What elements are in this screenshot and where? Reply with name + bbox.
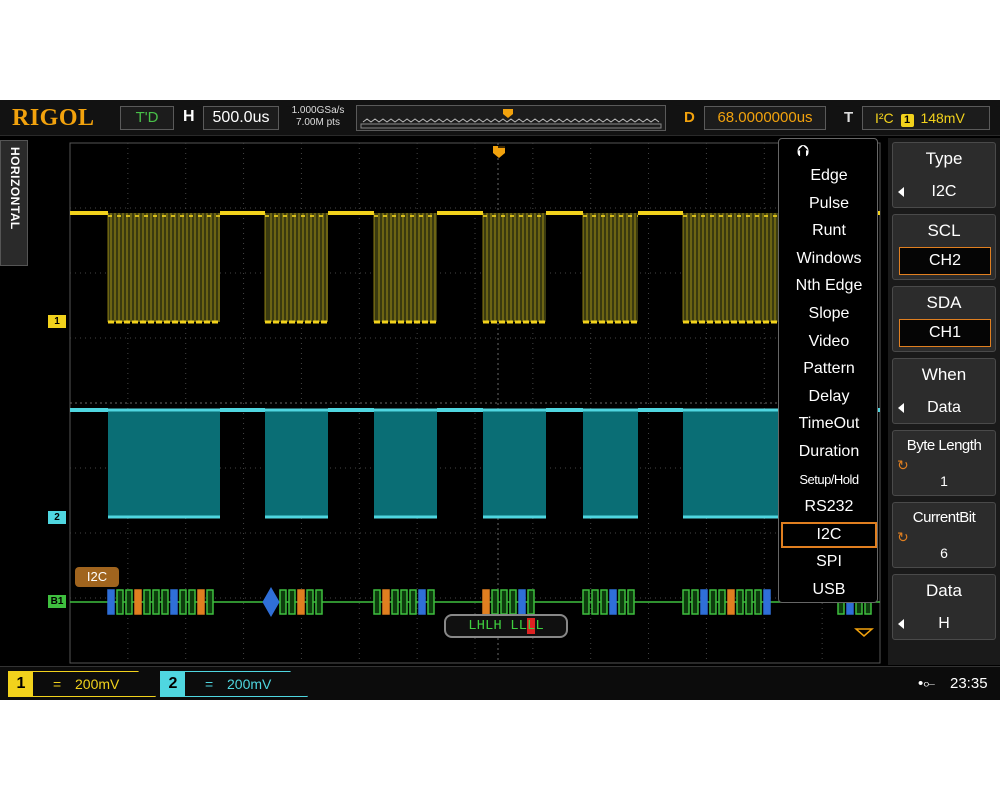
menu-item-nth-edge[interactable]: Nth Edge [781,273,877,299]
byte-length-softkey[interactable]: Byte Length ↻ 1 [892,430,996,496]
when-softkey-title: When [921,365,967,384]
trigger-level-arrow-icon [854,628,874,637]
menu-item-setup-hold[interactable]: Setup/Hold [781,467,877,493]
ch2-scale: 200mV [227,676,272,692]
sda-value-box: CH1 [899,319,991,347]
type-softkey[interactable]: Type I2C [892,142,996,208]
data-softkey-title: Data [926,581,962,600]
ch1-scale: 200mV [75,676,120,692]
scl-value-box: CH2 [899,247,991,275]
ch1-coupling-icon: = [53,676,62,692]
knob-icon: ↻ [897,529,909,545]
menu-item-i2c[interactable]: I2C [781,521,877,548]
scl-softkey[interactable]: SCL CH2 [892,214,996,280]
menu-item-pulse[interactable]: Pulse [781,191,877,217]
when-softkey[interactable]: When Data [892,358,996,424]
menu-item-windows[interactable]: Windows [781,246,877,272]
bus-offset-marker[interactable]: B1 [48,595,66,608]
scl-softkey-value: CH2 [928,252,961,269]
bus-protocol-tag: I2C [75,567,119,587]
menu-item-usb[interactable]: USB [781,577,877,603]
data-softkey[interactable]: Data H [892,574,996,640]
menu-item-spi[interactable]: SPI [781,549,877,575]
ch2-offset-marker[interactable]: 2 [48,511,66,524]
bus-decode-waveform [70,586,880,618]
ch2-number: 2 [161,672,185,696]
byte-length-softkey-value: 1 [940,473,948,489]
menu-item-edge[interactable]: Edge [781,163,877,189]
readout-suffix: L [535,618,544,634]
menu-item-runt[interactable]: Runt [781,218,877,244]
sda-softkey-value: CH1 [928,324,961,341]
current-bit-softkey-value: 6 [940,545,948,561]
menu-item-slope[interactable]: Slope [781,301,877,327]
menu-item-pattern[interactable]: Pattern [781,356,877,382]
ch1-waveform [70,211,880,324]
when-softkey-value: Data [927,399,961,416]
menu-item-timeout[interactable]: TimeOut [781,411,877,437]
current-bit-softkey[interactable]: CurrentBit ↻ 6 [892,502,996,568]
menu-back-icon[interactable]: ⮉ [797,143,809,161]
oscilloscope-screen: RIGOL T'D H 500.0us 1.000GSa/s 7.00M pts… [0,100,1000,700]
trigger-position-marker-icon [493,146,505,158]
ch2-coupling-icon: = [205,676,214,692]
menu-item-delay[interactable]: Delay [781,384,877,410]
scl-softkey-title: SCL [927,221,961,240]
knob-icon: ↻ [897,457,909,473]
type-softkey-value: I2C [931,183,957,200]
trigger-type-menu[interactable]: ⮉ Edge Pulse Runt Windows Nth Edge Slope Video… [778,138,878,603]
ch1-number: 1 [9,672,33,696]
usb-icon: •⟜ [918,675,936,692]
menu-item-video[interactable]: Video [781,329,877,355]
readout-prefix: LHLH LL [468,618,527,634]
ch1-offset-marker[interactable]: 1 [48,315,66,328]
sda-softkey-title: SDA [926,293,962,312]
ch1-status[interactable]: 1 = 200mV [8,671,156,697]
softkey-panel: Type I2C SCL CH2 SDA CH1 When Data Byte … [888,138,1000,665]
data-softkey-value: H [938,615,950,632]
channel-status-bar: 1 = 200mV 2 = 200mV •⟜ 23:35 [0,666,1000,700]
type-softkey-title: Type [925,149,963,168]
ch2-status[interactable]: 2 = 200mV [160,671,308,697]
sda-softkey[interactable]: SDA CH1 [892,286,996,352]
menu-item-rs232[interactable]: RS232 [781,494,877,520]
byte-length-softkey-title: Byte Length [906,437,982,454]
menu-item-duration[interactable]: Duration [781,439,877,465]
trigger-data-readout: LHLH LLLL [444,614,568,638]
current-bit-softkey-title: CurrentBit [912,509,976,526]
clock: 23:35 [950,675,988,692]
